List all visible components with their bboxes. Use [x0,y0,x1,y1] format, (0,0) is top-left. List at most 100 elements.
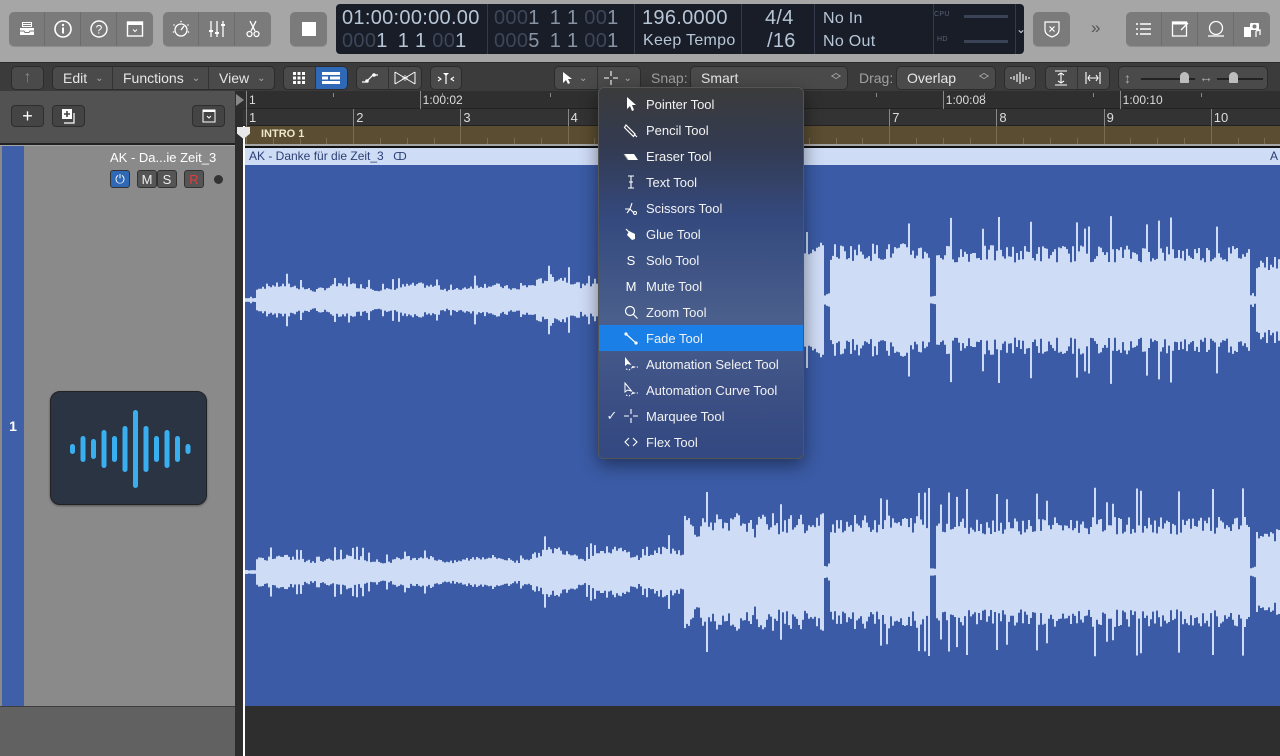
input-monitor-dot[interactable] [214,175,223,184]
record-enable-button[interactable]: R [184,170,204,188]
view-menu[interactable]: View ⌄ [209,67,275,89]
lcd-meters-cell[interactable]: CPU HD [934,4,1016,54]
tempo-value[interactable]: 196.0000 [642,7,728,30]
vertical-zoom-slider[interactable] [1141,72,1195,83]
tool-menu-item-solo-tool[interactable]: S Solo Tool [599,247,803,273]
tool-menu-item-pointer-tool[interactable]: Pointer Tool [599,91,803,117]
vertical-auto-zoom-button[interactable] [1046,67,1078,89]
mixer-button[interactable] [199,12,235,46]
stop-group [290,12,327,46]
lcd-tempo-cell[interactable]: 196.0000 Keep Tempo [635,4,742,54]
tool-menu-item-marquee-tool[interactable]: ✓ Marquee Tool [599,403,803,429]
waveform-zoom-button[interactable] [1004,66,1036,90]
lcd-display[interactable]: 01:00:00:00.00 0001 1 1 001 0001 1 1 001 0… [336,4,1026,54]
horizontal-zoom-slider[interactable] [1217,72,1263,83]
media-browser-button[interactable] [1234,12,1270,46]
smart-controls-icon [172,20,189,37]
region-end-label: A [1269,149,1278,163]
bar-ruler-label: 9 [1106,110,1114,125]
time-ruler-label: 1:00:10 [1122,93,1163,107]
automation-button[interactable] [357,67,389,89]
snap-label: Snap: [651,70,688,86]
solo-button[interactable]: S [157,170,177,188]
up-down-arrows-icon: ︿ ﹀ [831,68,841,87]
toolbar-button[interactable] [117,12,153,46]
track-name[interactable]: AK - Da...ie Zeit_3 [110,150,216,165]
flex-button[interactable] [389,67,421,89]
tool-menu-item-mute-tool[interactable]: M Mute Tool [599,273,803,299]
catch-playhead-button[interactable] [430,66,462,90]
auto-zoom-group [1045,66,1110,90]
text-cursor-icon [621,172,641,192]
smart-controls-button[interactable] [163,12,199,46]
tool-menu-item-label: Automation Select Tool [646,356,779,372]
tool-menu-item-eraser-tool[interactable]: Eraser Tool [599,143,803,169]
drag-select[interactable]: Overlap ︿ ﹀ [896,66,996,90]
functions-menu[interactable]: Functions ⌄ [113,67,209,89]
playhead[interactable] [243,126,245,756]
command-click-tool-menu[interactable]: ⌄ [598,67,640,89]
midi-in: No In [823,10,863,27]
waveform-icon-bar [70,444,75,454]
horizontal-auto-zoom-button[interactable] [1078,67,1109,89]
tool-menu-item-zoom-tool[interactable]: Zoom Tool [599,299,803,325]
time-signature[interactable]: 4/4 [765,7,794,30]
loop-browser-button[interactable] [1198,12,1234,46]
horizontal-zoom-icon: ↔ [1199,69,1213,85]
tool-menu-item-text-tool[interactable]: Text Tool [599,169,803,195]
tool-menu-item-automation-select-tool[interactable]: Automation Select Tool [599,351,803,377]
editors-button[interactable] [235,12,271,46]
stop-button[interactable] [290,12,327,46]
tool-menu-item-pencil-tool[interactable]: Pencil Tool [599,117,803,143]
tool-menu-item-flex-tool[interactable]: Flex Tool [599,429,803,455]
library-button[interactable] [9,12,45,46]
marker-lane-tick [567,126,569,144]
add-track-button[interactable]: + [11,105,44,127]
tool-menu-item-automation-curve-tool[interactable]: Automation Curve Tool [599,377,803,403]
lcd-position-cell[interactable]: 01:00:00:00.00 0001 1 1 001 [336,4,488,54]
time-ruler-label: 1:00:02 [422,93,463,107]
inspector-button[interactable] [45,12,81,46]
checkmark-icon: ✓ [606,408,618,423]
marker-lane-tick [406,138,408,144]
quick-help-button[interactable]: ? [81,12,117,46]
marker-intro-1[interactable]: INTRO 1 [261,128,304,140]
horizontal-zoom-thumb[interactable] [1229,72,1239,83]
list-editors-button[interactable] [1126,12,1162,46]
global-tracks-button[interactable] [192,105,225,127]
tool-menu-item-glue-tool[interactable]: Glue Tool [599,221,803,247]
duplicate-track-button[interactable] [52,105,85,127]
grid-view-button[interactable] [284,67,316,89]
vertical-zoom-thumb[interactable] [1180,72,1190,83]
time-ruler-minor-tick [333,93,334,97]
division[interactable]: /16 [767,30,796,53]
left-click-tool-menu[interactable]: ⌄ [555,67,598,89]
note-pads-button[interactable] [1162,12,1198,46]
marker-lane-tick [969,138,971,144]
hierarchy-up-button[interactable]: ↑ [11,66,44,90]
more-chevrons-icon[interactable]: » [1091,18,1100,38]
reset-button[interactable] [1033,12,1070,46]
tool-menu-item-scissors-tool[interactable]: Scissors Tool [599,195,803,221]
waveform-icon-bar [101,430,107,468]
edit-menu[interactable]: Edit ⌄ [53,67,113,89]
tool-menu-item-label: Mute Tool [646,278,703,294]
mute-button[interactable]: M [137,170,157,188]
lcd-chevron-down-icon[interactable]: ⌄ [1016,22,1026,36]
tracks-list-icon [322,72,341,84]
waveform-icon-bar [154,436,159,462]
marker-lane-tick [540,138,542,144]
marker-lane-tick [1050,138,1051,144]
tracks-view-button[interactable] [315,67,347,89]
tool-menu-item-fade-tool[interactable]: Fade Tool [599,325,803,351]
marker-lane-tick [487,138,489,144]
tempo-mode[interactable]: Keep Tempo [643,32,736,50]
lcd-signature-cell[interactable]: 4/4 /16 [742,4,815,54]
track-icon-waveform[interactable] [50,391,207,505]
lcd-locators-cell[interactable]: 0001 1 1 001 0005 1 1 001 [488,4,635,54]
track-on-button[interactable]: ⏻ [110,170,130,188]
bar-ruler-label: 2 [356,110,364,125]
lcd-midi-cell: No In No Out [815,4,934,54]
track-header[interactable]: 1 AK - Da...ie Zeit_3 ⏻ M S R [0,146,235,706]
marker-lane-tick [916,138,917,144]
